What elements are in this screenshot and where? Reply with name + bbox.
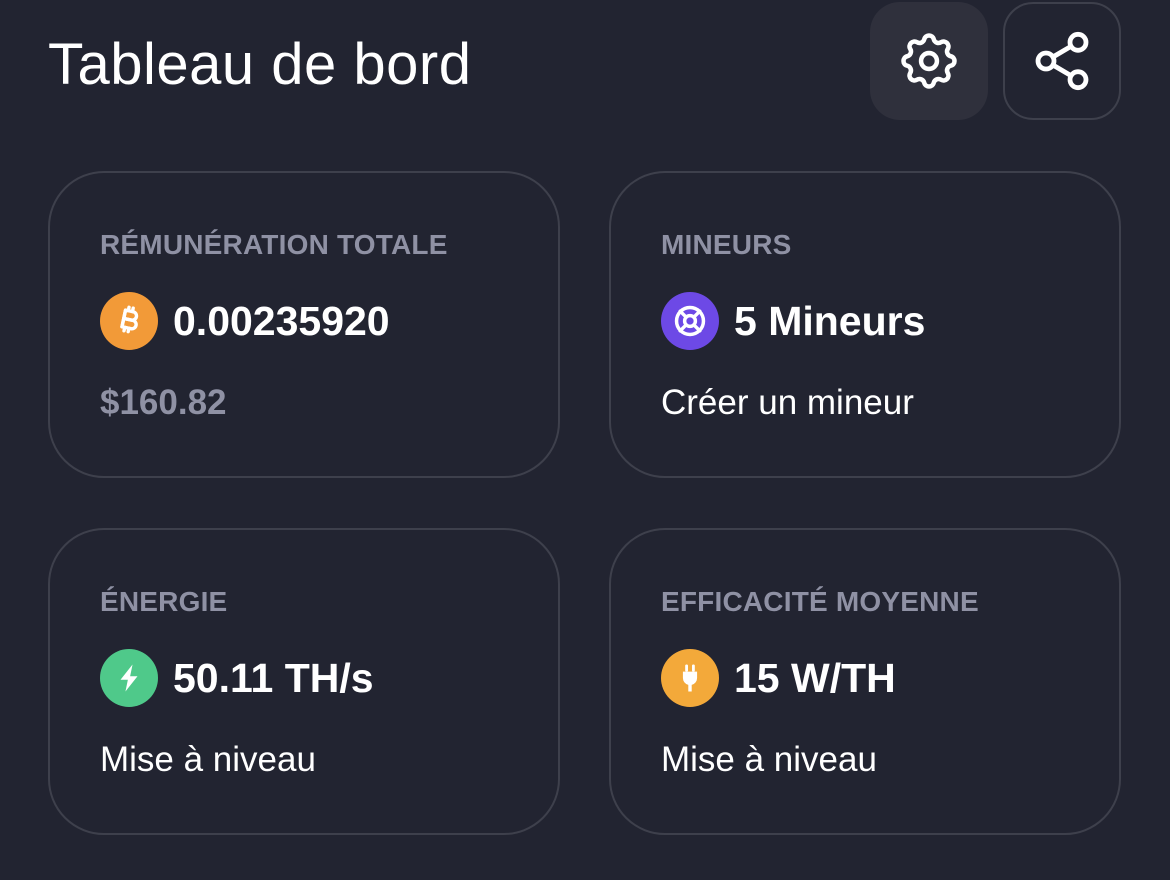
miner-icon — [661, 292, 719, 350]
miners-count-value: 5 Mineurs — [734, 298, 926, 344]
share-button[interactable] — [1003, 2, 1121, 120]
efficiency-card[interactable]: EFFICACITÉ MOYENNE 15 W/TH Mise à niveau — [609, 528, 1121, 835]
hashrate-value: 50.11 TH/s — [173, 655, 374, 701]
page-title: Tableau de bord — [48, 32, 472, 97]
dashboard-page: Tableau de bord RÉMUNÉRATION TOTALE 0.00… — [0, 0, 1170, 880]
card-value-row: 0.00235920 — [100, 291, 390, 351]
card-label: MINEURS — [661, 229, 792, 260]
plug-icon — [661, 649, 719, 707]
share-icon — [1035, 31, 1089, 91]
total-earnings-card[interactable]: RÉMUNÉRATION TOTALE 0.00235920 $160.82 — [48, 171, 560, 478]
card-value-row: 50.11 TH/s — [100, 648, 374, 708]
gear-icon — [901, 33, 957, 89]
lightning-icon — [100, 649, 158, 707]
total-earnings-usd: $160.82 — [100, 383, 227, 422]
total-earnings-value: 0.00235920 — [173, 298, 390, 344]
miners-card[interactable]: MINEURS 5 Mineurs Créer un mineur — [609, 171, 1121, 478]
create-miner-link[interactable]: Créer un mineur — [661, 381, 914, 425]
card-label: ÉNERGIE — [100, 586, 228, 617]
card-value-row: 5 Mineurs — [661, 291, 925, 351]
card-value-row: 15 W/TH — [661, 648, 896, 708]
energy-card[interactable]: ÉNERGIE 50.11 TH/s Mise à niveau — [48, 528, 560, 835]
upgrade-efficiency-link[interactable]: Mise à niveau — [661, 738, 877, 782]
efficiency-value: 15 W/TH — [734, 655, 896, 701]
upgrade-energy-link[interactable]: Mise à niveau — [100, 738, 316, 782]
settings-button[interactable] — [870, 2, 988, 120]
bitcoin-icon — [100, 292, 158, 350]
card-label: RÉMUNÉRATION TOTALE — [100, 229, 448, 260]
card-label: EFFICACITÉ MOYENNE — [661, 586, 979, 617]
